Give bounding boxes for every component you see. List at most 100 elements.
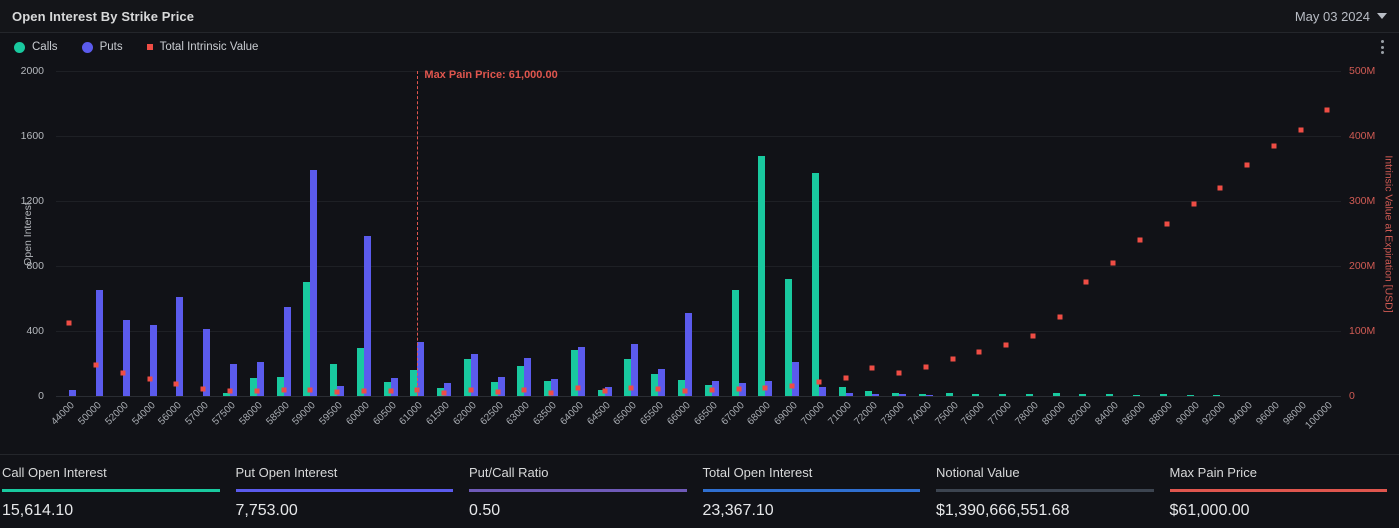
call-bar[interactable] <box>919 394 926 396</box>
bar-group[interactable] <box>913 71 940 396</box>
intrinsic-value-point[interactable] <box>1138 238 1143 243</box>
call-bar[interactable] <box>972 394 979 396</box>
intrinsic-value-point[interactable] <box>147 377 152 382</box>
put-bar[interactable] <box>685 313 692 396</box>
intrinsic-value-point[interactable] <box>656 386 661 391</box>
intrinsic-value-point[interactable] <box>1057 314 1062 319</box>
bar-group[interactable] <box>297 71 324 396</box>
bar-group[interactable] <box>431 71 458 396</box>
bar-group[interactable] <box>110 71 137 396</box>
call-bar[interactable] <box>839 387 846 396</box>
bar-group[interactable] <box>511 71 538 396</box>
put-bar[interactable] <box>846 393 853 396</box>
intrinsic-value-point[interactable] <box>1111 260 1116 265</box>
intrinsic-value-point[interactable] <box>682 389 687 394</box>
bar-group[interactable] <box>1073 71 1100 396</box>
intrinsic-value-point[interactable] <box>335 390 340 395</box>
put-bar[interactable] <box>391 378 398 396</box>
bar-group[interactable] <box>832 71 859 396</box>
intrinsic-value-point[interactable] <box>1271 143 1276 148</box>
bar-group[interactable] <box>1314 71 1341 396</box>
legend-item-calls[interactable]: Calls <box>14 41 58 53</box>
intrinsic-value-point[interactable] <box>442 390 447 395</box>
bar-group[interactable] <box>698 71 725 396</box>
intrinsic-value-point[interactable] <box>549 390 554 395</box>
bar-group[interactable] <box>939 71 966 396</box>
bar-group[interactable] <box>217 71 244 396</box>
expiry-date-picker[interactable]: May 03 2024 <box>1295 9 1387 24</box>
intrinsic-value-point[interactable] <box>763 385 768 390</box>
call-bar[interactable] <box>1026 394 1033 396</box>
intrinsic-value-point[interactable] <box>388 388 393 393</box>
intrinsic-value-point[interactable] <box>1191 202 1196 207</box>
intrinsic-value-point[interactable] <box>120 370 125 375</box>
bar-group[interactable] <box>190 71 217 396</box>
intrinsic-value-point[interactable] <box>843 376 848 381</box>
intrinsic-value-point[interactable] <box>870 366 875 371</box>
call-bar[interactable] <box>892 393 899 396</box>
intrinsic-value-point[interactable] <box>709 388 714 393</box>
put-bar[interactable] <box>658 369 665 396</box>
bar-group[interactable] <box>163 71 190 396</box>
intrinsic-value-point[interactable] <box>468 388 473 393</box>
intrinsic-value-point[interactable] <box>495 390 500 395</box>
call-bar[interactable] <box>732 290 739 396</box>
intrinsic-value-point[interactable] <box>94 362 99 367</box>
bar-group[interactable] <box>1260 71 1287 396</box>
bar-group[interactable] <box>1100 71 1127 396</box>
intrinsic-value-point[interactable] <box>201 386 206 391</box>
put-bar[interactable] <box>819 387 826 396</box>
call-bar[interactable] <box>785 279 792 396</box>
intrinsic-value-point[interactable] <box>1030 333 1035 338</box>
intrinsic-value-point[interactable] <box>361 389 366 394</box>
bar-group[interactable] <box>56 71 83 396</box>
intrinsic-value-point[interactable] <box>254 389 259 394</box>
bar-group[interactable] <box>672 71 699 396</box>
call-bar[interactable] <box>1133 395 1140 396</box>
bar-group[interactable] <box>377 71 404 396</box>
intrinsic-value-point[interactable] <box>174 382 179 387</box>
intrinsic-value-point[interactable] <box>1218 186 1223 191</box>
intrinsic-value-point[interactable] <box>1325 108 1330 113</box>
intrinsic-value-point[interactable] <box>1164 221 1169 226</box>
bar-group[interactable] <box>725 71 752 396</box>
bar-group[interactable] <box>645 71 672 396</box>
intrinsic-value-point[interactable] <box>227 388 232 393</box>
call-bar[interactable] <box>277 377 284 396</box>
call-bar[interactable] <box>624 359 631 396</box>
kebab-menu-icon[interactable] <box>1377 36 1388 58</box>
call-bar[interactable] <box>865 391 872 396</box>
put-bar[interactable] <box>150 325 157 396</box>
intrinsic-value-point[interactable] <box>522 387 527 392</box>
call-bar[interactable] <box>303 282 310 396</box>
bar-group[interactable] <box>484 71 511 396</box>
bar-group[interactable] <box>565 71 592 396</box>
bar-group[interactable] <box>136 71 163 396</box>
call-bar[interactable] <box>1079 394 1086 396</box>
bar-group[interactable] <box>1127 71 1154 396</box>
bar-group[interactable] <box>859 71 886 396</box>
call-bar[interactable] <box>1160 394 1167 396</box>
put-bar[interactable] <box>310 170 317 396</box>
intrinsic-value-point[interactable] <box>790 383 795 388</box>
call-bar[interactable] <box>1187 395 1194 396</box>
intrinsic-value-point[interactable] <box>1084 280 1089 285</box>
intrinsic-value-point[interactable] <box>950 356 955 361</box>
intrinsic-value-point[interactable] <box>816 379 821 384</box>
call-bar[interactable] <box>812 173 819 396</box>
bar-group[interactable] <box>779 71 806 396</box>
bar-group[interactable] <box>1234 71 1261 396</box>
call-bar[interactable] <box>999 394 1006 396</box>
call-bar[interactable] <box>651 374 658 396</box>
bar-group[interactable] <box>243 71 270 396</box>
put-bar[interactable] <box>899 394 906 396</box>
bar-group[interactable] <box>1046 71 1073 396</box>
bar-group[interactable] <box>324 71 351 396</box>
put-bar[interactable] <box>926 395 933 396</box>
bar-group[interactable] <box>1207 71 1234 396</box>
call-bar[interactable] <box>1106 394 1113 396</box>
intrinsic-value-point[interactable] <box>281 388 286 393</box>
bar-group[interactable] <box>270 71 297 396</box>
intrinsic-value-point[interactable] <box>977 349 982 354</box>
intrinsic-value-point[interactable] <box>897 371 902 376</box>
